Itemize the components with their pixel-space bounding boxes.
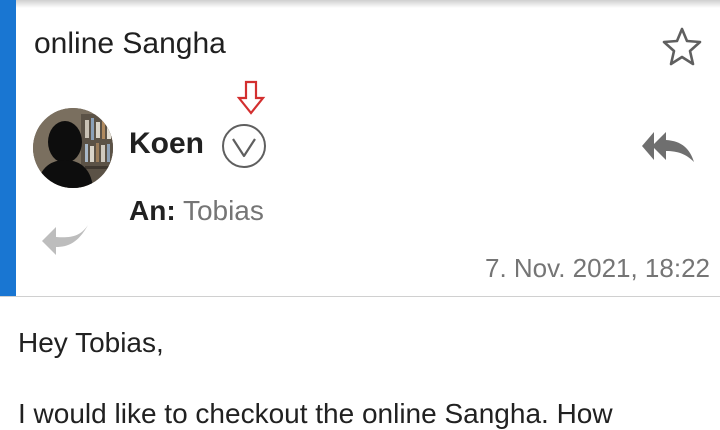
email-timestamp: 7. Nov. 2021, 18:22 [484,253,710,283]
email-body-greeting: Hey Tobias, [18,327,164,358]
red-down-arrow-icon [236,80,266,115]
sender-name[interactable]: Koen [129,127,204,161]
chevron-down-circle-icon[interactable] [220,122,268,170]
header-divider [0,296,720,297]
recipient-name[interactable]: Tobias [183,195,264,226]
sender-avatar[interactable] [33,108,113,188]
email-subject: online Sangha [34,27,226,60]
avatar-photo [33,108,113,188]
reply-icon[interactable] [40,217,90,261]
recipient-line: An: Tobias [129,195,264,227]
unread-accent-bar [0,0,16,296]
email-header: online Sangha Koen An: Tobias 7. Nov. 20… [0,0,720,296]
star-icon[interactable] [660,26,704,66]
reply-all-icon[interactable] [640,130,696,164]
recipient-label: An: [129,195,176,226]
email-body-line: I would like to checkout the online Sang… [18,398,613,429]
